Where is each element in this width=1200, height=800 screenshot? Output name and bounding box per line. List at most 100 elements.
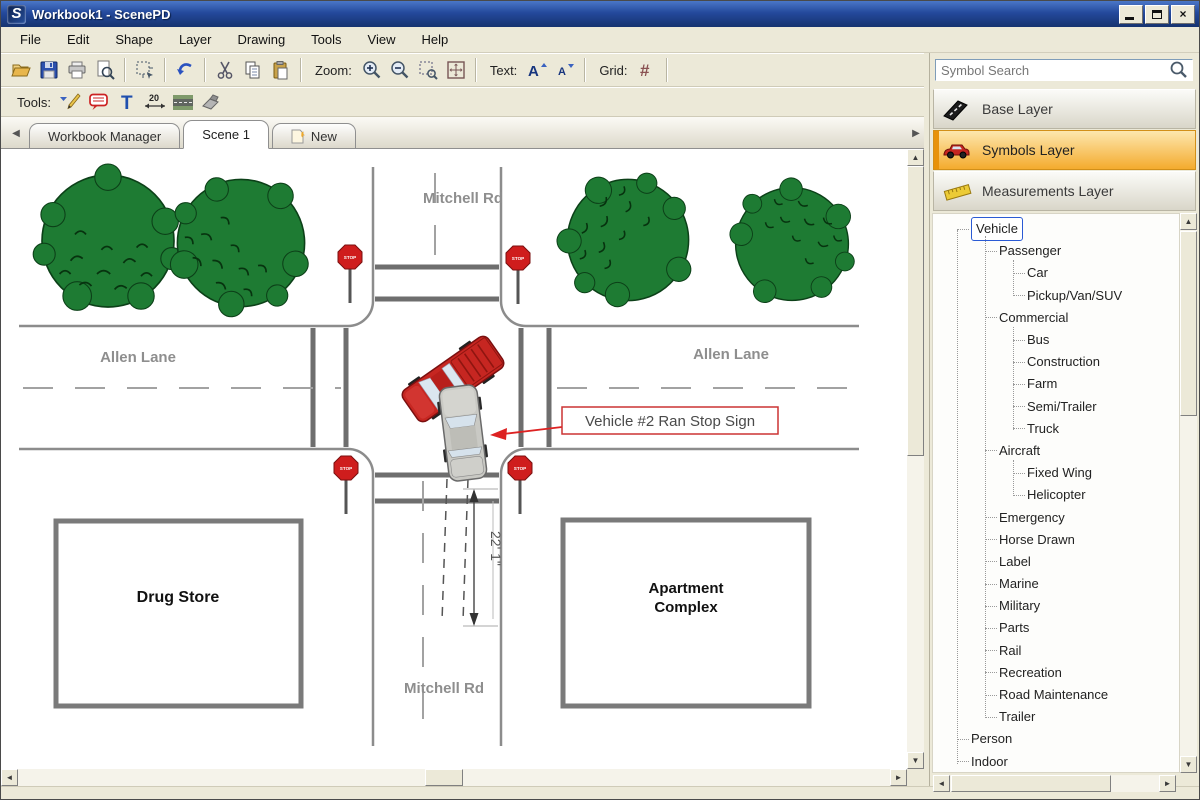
- symbols-layer-button[interactable]: Symbols Layer: [933, 130, 1196, 170]
- tree-scroll-down-button[interactable]: ▼: [1180, 756, 1197, 773]
- select-move-button[interactable]: [131, 57, 159, 83]
- tree-scroll-left-button[interactable]: ◄: [933, 775, 950, 792]
- canvas-hscroll-thumb[interactable]: [425, 769, 463, 786]
- tree-item-semi-trailer[interactable]: Semi/Trailer: [933, 396, 1179, 418]
- font-increase-button[interactable]: A: [523, 57, 551, 83]
- grid-toggle-button[interactable]: #: [633, 57, 661, 83]
- vehicle-2-symbol[interactable]: [435, 384, 490, 483]
- menu-drawing[interactable]: Drawing: [224, 29, 298, 50]
- paste-button[interactable]: [267, 57, 295, 83]
- search-icon[interactable]: [1169, 60, 1189, 80]
- save-button[interactable]: [35, 57, 63, 83]
- tree-item-military[interactable]: Military: [933, 595, 1179, 617]
- tree-item-indoor[interactable]: Indoor: [933, 751, 1179, 773]
- tree-item-recreation[interactable]: Recreation: [933, 662, 1179, 684]
- open-button[interactable]: [7, 57, 35, 83]
- tree-item-passenger[interactable]: Passenger: [933, 240, 1179, 262]
- tree-item-car[interactable]: Car: [933, 262, 1179, 284]
- tree-item-emergency[interactable]: Emergency: [933, 506, 1179, 528]
- tree-item-parts[interactable]: Parts: [933, 617, 1179, 639]
- callout-button[interactable]: [85, 89, 113, 115]
- zoom-window-button[interactable]: [414, 57, 442, 83]
- zoom-fit-button[interactable]: [442, 57, 470, 83]
- tree-vscrollbar[interactable]: ▲ ▼: [1180, 213, 1197, 773]
- stop-sign-bottom-right[interactable]: [508, 456, 532, 514]
- zoom-out-button[interactable]: [386, 57, 414, 83]
- minimize-button[interactable]: [1119, 5, 1143, 24]
- canvas-vscrollbar[interactable]: ▲ ▼: [907, 149, 924, 769]
- menu-tools[interactable]: Tools: [298, 29, 354, 50]
- menu-file[interactable]: File: [7, 29, 54, 50]
- stop-sign-top-right[interactable]: [506, 246, 530, 304]
- tree-item-farm[interactable]: Farm: [933, 373, 1179, 395]
- tree-item-commercial[interactable]: Commercial: [933, 307, 1179, 329]
- tree-item-rail[interactable]: Rail: [933, 640, 1179, 662]
- tree-item-horse-drawn[interactable]: Horse Drawn: [933, 529, 1179, 551]
- print-preview-button[interactable]: [91, 57, 119, 83]
- scene-canvas[interactable]: STOP: [1, 149, 907, 769]
- measurement-22ft[interactable]: 22' 1": [463, 489, 504, 626]
- tab-scroll-left-button[interactable]: ◀: [7, 122, 25, 144]
- building-drug-store[interactable]: Drug Store: [56, 521, 301, 706]
- tab-workbook-manager[interactable]: Workbook Manager: [29, 123, 180, 148]
- font-decrease-button[interactable]: A: [551, 57, 579, 83]
- close-button[interactable]: ×: [1171, 5, 1195, 24]
- tree-hscroll-thumb[interactable]: [951, 775, 1111, 792]
- tree-scroll-right-button[interactable]: ►: [1159, 775, 1176, 792]
- tree-item-helicopter[interactable]: Helicopter: [933, 484, 1179, 506]
- canvas-vscroll-thumb[interactable]: [907, 166, 924, 456]
- menu-layer[interactable]: Layer: [166, 29, 225, 50]
- tree-item-marine[interactable]: Marine: [933, 573, 1179, 595]
- tree-scroll-up-button[interactable]: ▲: [1180, 213, 1197, 230]
- tree-item-bus[interactable]: Bus: [933, 329, 1179, 351]
- tree-item-pickup-van-suv[interactable]: Pickup/Van/SUV: [933, 285, 1179, 307]
- print-button[interactable]: [63, 57, 91, 83]
- cut-button[interactable]: [211, 57, 239, 83]
- tree-symbol-4[interactable]: [704, 161, 877, 333]
- canvas-hscrollbar[interactable]: ◄ ►: [1, 769, 907, 786]
- building-apartment-complex[interactable]: Apartment Complex: [563, 520, 809, 706]
- annotation-callout[interactable]: Vehicle #2 Ran Stop Sign: [490, 407, 778, 440]
- text-tool-button[interactable]: T: [113, 89, 141, 115]
- maximize-button[interactable]: [1145, 5, 1169, 24]
- undo-button[interactable]: [171, 57, 199, 83]
- measurements-layer-button[interactable]: Measurements Layer: [933, 171, 1196, 211]
- menu-help[interactable]: Help: [408, 29, 461, 50]
- tree-item-construction[interactable]: Construction: [933, 351, 1179, 373]
- canvas-scroll-right-button[interactable]: ►: [890, 769, 907, 786]
- tab-scene-1[interactable]: Scene 1: [183, 120, 269, 149]
- tree-item-road-maintenance[interactable]: Road Maintenance: [933, 684, 1179, 706]
- road-tool-button[interactable]: [169, 89, 197, 115]
- menu-shape[interactable]: Shape: [102, 29, 166, 50]
- stamp-tool-button[interactable]: [197, 89, 225, 115]
- menu-view[interactable]: View: [355, 29, 409, 50]
- tree-item-person[interactable]: Person: [933, 728, 1179, 750]
- title-bar[interactable]: S Workbook1 - ScenePD ×: [1, 1, 1200, 27]
- copy-button[interactable]: [239, 57, 267, 83]
- base-layer-button[interactable]: Base Layer: [933, 89, 1196, 129]
- tree-symbol-3[interactable]: [539, 149, 724, 335]
- canvas-scroll-up-button[interactable]: ▲: [907, 149, 924, 166]
- symbol-search-input[interactable]: [936, 61, 1169, 80]
- tree-item-label: Emergency: [999, 507, 1065, 529]
- draw-pencil-button[interactable]: [57, 89, 85, 115]
- canvas-scroll-down-button[interactable]: ▼: [907, 752, 924, 769]
- tree-item-aircraft[interactable]: Aircraft: [933, 440, 1179, 462]
- measurement-tool-button[interactable]: 20: [141, 89, 169, 115]
- symbol-search-box[interactable]: [935, 59, 1193, 81]
- tree-item-trailer[interactable]: Trailer: [933, 706, 1179, 728]
- stop-sign-top-left[interactable]: [338, 245, 362, 303]
- tree-item-vehicle[interactable]: Vehicle: [933, 218, 1179, 240]
- tree-item-truck[interactable]: Truck: [933, 418, 1179, 440]
- menu-edit[interactable]: Edit: [54, 29, 102, 50]
- tree-vscroll-thumb[interactable]: [1180, 231, 1197, 416]
- tree-symbol-1[interactable]: [33, 164, 183, 310]
- tree-hscrollbar[interactable]: ◄ ►: [933, 775, 1176, 792]
- tree-item-label[interactable]: Label: [933, 551, 1179, 573]
- tab-new[interactable]: New: [272, 123, 356, 148]
- tree-item-fixed-wing[interactable]: Fixed Wing: [933, 462, 1179, 484]
- canvas-scroll-left-button[interactable]: ◄: [1, 769, 18, 786]
- tab-scroll-right-button[interactable]: ▶: [907, 122, 925, 144]
- zoom-in-button[interactable]: [358, 57, 386, 83]
- stop-sign-bottom-left[interactable]: [334, 456, 358, 514]
